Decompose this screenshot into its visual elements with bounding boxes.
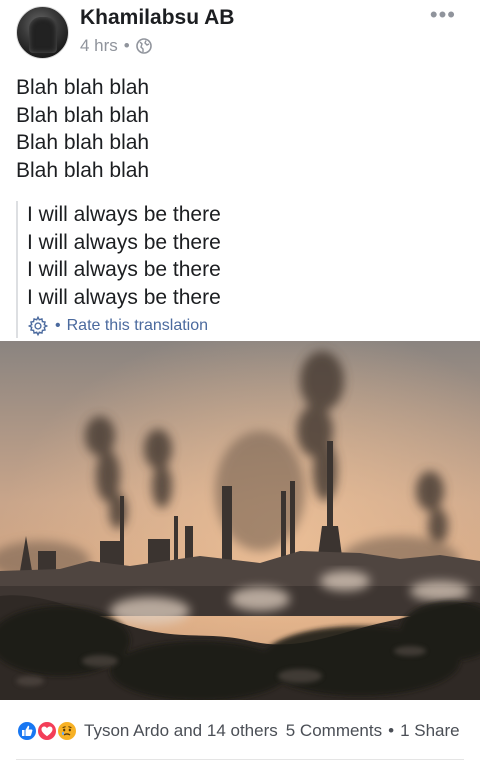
translation-block: I will always be there I will always be … bbox=[16, 201, 456, 338]
meta-separator: • bbox=[123, 36, 130, 55]
post-time[interactable]: 4 hrs bbox=[80, 36, 118, 56]
comments-link[interactable]: 5 Comments bbox=[286, 721, 382, 741]
like-icon bbox=[16, 720, 38, 742]
post-text-line: Blah blah blah bbox=[16, 103, 150, 127]
industrial-smokestacks-photo bbox=[0, 341, 480, 700]
post-photo[interactable] bbox=[0, 341, 480, 700]
avatar-silhouette bbox=[29, 17, 57, 53]
translation-line: I will always be there bbox=[27, 203, 221, 226]
count-separator: • bbox=[388, 721, 395, 740]
rate-translation-row: • Rate this translation bbox=[27, 314, 456, 338]
engagement-bar: Tyson Ardo and 14 others 5 Comments • 1 … bbox=[16, 716, 480, 746]
post-text-line: Blah blah blah bbox=[16, 131, 150, 154]
post-text: Blah blah blah Blah blah blah Blah blah … bbox=[16, 74, 149, 184]
reactors-link[interactable]: Tyson Ardo and 14 others bbox=[84, 721, 278, 741]
gear-icon[interactable] bbox=[27, 315, 49, 337]
translation-line: I will always be there bbox=[27, 230, 221, 254]
sad-icon bbox=[56, 720, 78, 742]
more-options-icon[interactable]: ••• bbox=[430, 4, 456, 26]
globe-icon[interactable] bbox=[135, 38, 152, 54]
post-text-line: Blah blah blah bbox=[16, 158, 150, 182]
rate-separator: • bbox=[55, 317, 61, 334]
rate-translation-link[interactable]: Rate this translation bbox=[67, 317, 208, 335]
reaction-icons[interactable] bbox=[16, 718, 82, 744]
post-text-line: Blah blah blah bbox=[16, 76, 150, 99]
post-header: Khamilabsu AB 4 hrs • ••• bbox=[0, 0, 480, 70]
avatar[interactable] bbox=[16, 6, 69, 59]
shares-link[interactable]: 1 Share bbox=[400, 721, 460, 741]
author-name[interactable]: Khamilabsu AB bbox=[80, 6, 234, 30]
love-icon bbox=[36, 720, 58, 742]
post-meta: 4 hrs • bbox=[80, 36, 152, 56]
translation-line: I will always be there bbox=[27, 258, 221, 281]
translation-line: I will always be there bbox=[27, 285, 221, 309]
